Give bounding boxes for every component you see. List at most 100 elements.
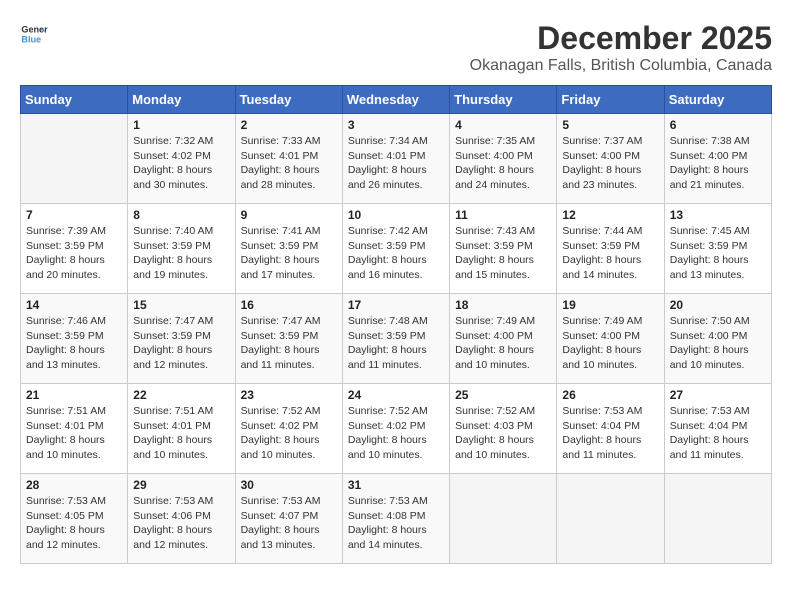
calendar-cell: 23 Sunrise: 7:52 AMSunset: 4:02 PMDayligh… xyxy=(235,384,342,474)
calendar-week-row: 7Sunrise: 7:39 AMSunset: 3:59 PMDaylight… xyxy=(21,204,772,294)
day-number: 29 xyxy=(133,478,229,492)
calendar-cell: 9 Sunrise: 7:41 AMSunset: 3:59 PMDaylight… xyxy=(235,204,342,294)
day-detail: Sunrise: 7:52 AMSunset: 4:03 PMDaylight:… xyxy=(455,404,551,463)
day-detail: Sunrise: 7:38 AMSunset: 4:00 PMDaylight:… xyxy=(670,134,766,193)
calendar-cell: 26Sunrise: 7:53 AMSunset: 4:04 PMDayligh… xyxy=(557,384,664,474)
calendar-cell: 6 Sunrise: 7:38 AMSunset: 4:00 PMDaylight… xyxy=(664,114,771,204)
svg-text:General: General xyxy=(21,25,48,35)
day-number: 30 xyxy=(241,478,337,492)
day-detail: Sunrise: 7:52 AMSunset: 4:02 PMDaylight:… xyxy=(348,404,444,463)
page-header: General Blue December 2025 Okanagan Fall… xyxy=(20,20,772,75)
day-detail: Sunrise: 7:46 AMSunset: 3:59 PMDaylight:… xyxy=(26,314,122,373)
day-detail: Sunrise: 7:48 AMSunset: 3:59 PMDaylight:… xyxy=(348,314,444,373)
day-detail: Sunrise: 7:53 AMSunset: 4:08 PMDaylight:… xyxy=(348,494,444,553)
calendar-cell: 10 Sunrise: 7:42 AMSunset: 3:59 PMDayligh… xyxy=(342,204,449,294)
calendar-cell: 29Sunrise: 7:53 AMSunset: 4:06 PMDayligh… xyxy=(128,474,235,564)
weekday-header-saturday: Saturday xyxy=(664,86,771,114)
day-number: 21 xyxy=(26,388,122,402)
day-number: 1 xyxy=(133,118,229,132)
svg-text:Blue: Blue xyxy=(21,34,41,44)
calendar-cell: 30Sunrise: 7:53 AMSunset: 4:07 PMDayligh… xyxy=(235,474,342,564)
day-detail: Sunrise: 7:45 AMSunset: 3:59 PMDaylight:… xyxy=(670,224,766,283)
calendar-cell xyxy=(21,114,128,204)
calendar-cell: 15 Sunrise: 7:47 AMSunset: 3:59 PMDayligh… xyxy=(128,294,235,384)
day-detail: Sunrise: 7:47 AMSunset: 3:59 PMDaylight:… xyxy=(241,314,337,373)
day-detail: Sunrise: 7:51 AMSunset: 4:01 PMDaylight:… xyxy=(26,404,122,463)
calendar-cell xyxy=(557,474,664,564)
weekday-header-friday: Friday xyxy=(557,86,664,114)
day-number: 3 xyxy=(348,118,444,132)
day-number: 12 xyxy=(562,208,658,222)
calendar-cell: 2 Sunrise: 7:33 AMSunset: 4:01 PMDaylight… xyxy=(235,114,342,204)
day-detail: Sunrise: 7:41 AMSunset: 3:59 PMDaylight:… xyxy=(241,224,337,283)
calendar-cell: 19 Sunrise: 7:49 AMSunset: 4:00 PMDayligh… xyxy=(557,294,664,384)
day-number: 16 xyxy=(241,298,337,312)
calendar-cell: 8 Sunrise: 7:40 AMSunset: 3:59 PMDaylight… xyxy=(128,204,235,294)
calendar-cell: 1 Sunrise: 7:32 AMSunset: 4:02 PMDaylight… xyxy=(128,114,235,204)
day-number: 26 xyxy=(562,388,658,402)
calendar-cell: 18Sunrise: 7:49 AMSunset: 4:00 PMDayligh… xyxy=(450,294,557,384)
title-block: December 2025 Okanagan Falls, British Co… xyxy=(470,20,772,75)
logo: General Blue xyxy=(20,20,48,48)
day-detail: Sunrise: 7:52 AMSunset: 4:02 PMDaylight:… xyxy=(241,404,337,463)
day-detail: Sunrise: 7:32 AMSunset: 4:02 PMDaylight:… xyxy=(133,134,229,193)
day-number: 28 xyxy=(26,478,122,492)
calendar-table: SundayMondayTuesdayWednesdayThursdayFrid… xyxy=(20,85,772,564)
day-number: 24 xyxy=(348,388,444,402)
day-number: 14 xyxy=(26,298,122,312)
calendar-cell xyxy=(450,474,557,564)
day-number: 2 xyxy=(241,118,337,132)
calendar-cell: 21 Sunrise: 7:51 AMSunset: 4:01 PMDayligh… xyxy=(21,384,128,474)
day-detail: Sunrise: 7:49 AMSunset: 4:00 PMDaylight:… xyxy=(455,314,551,373)
day-detail: Sunrise: 7:47 AMSunset: 3:59 PMDaylight:… xyxy=(133,314,229,373)
calendar-cell: 31 Sunrise: 7:53 AMSunset: 4:08 PMDayligh… xyxy=(342,474,449,564)
day-number: 5 xyxy=(562,118,658,132)
calendar-cell: 27 Sunrise: 7:53 AMSunset: 4:04 PMDayligh… xyxy=(664,384,771,474)
calendar-week-row: 14 Sunrise: 7:46 AMSunset: 3:59 PMDayligh… xyxy=(21,294,772,384)
weekday-header-thursday: Thursday xyxy=(450,86,557,114)
calendar-week-row: 1 Sunrise: 7:32 AMSunset: 4:02 PMDaylight… xyxy=(21,114,772,204)
day-detail: Sunrise: 7:42 AMSunset: 3:59 PMDaylight:… xyxy=(348,224,444,283)
day-number: 22 xyxy=(133,388,229,402)
calendar-cell: 3 Sunrise: 7:34 AMSunset: 4:01 PMDaylight… xyxy=(342,114,449,204)
calendar-cell: 13 Sunrise: 7:45 AMSunset: 3:59 PMDayligh… xyxy=(664,204,771,294)
weekday-header-wednesday: Wednesday xyxy=(342,86,449,114)
calendar-cell: 17 Sunrise: 7:48 AMSunset: 3:59 PMDayligh… xyxy=(342,294,449,384)
calendar-week-row: 21 Sunrise: 7:51 AMSunset: 4:01 PMDayligh… xyxy=(21,384,772,474)
calendar-cell: 11Sunrise: 7:43 AMSunset: 3:59 PMDayligh… xyxy=(450,204,557,294)
day-number: 9 xyxy=(241,208,337,222)
day-number: 31 xyxy=(348,478,444,492)
day-number: 4 xyxy=(455,118,551,132)
day-detail: Sunrise: 7:49 AMSunset: 4:00 PMDaylight:… xyxy=(562,314,658,373)
weekday-header-row: SundayMondayTuesdayWednesdayThursdayFrid… xyxy=(21,86,772,114)
weekday-header-sunday: Sunday xyxy=(21,86,128,114)
day-number: 13 xyxy=(670,208,766,222)
day-detail: Sunrise: 7:44 AMSunset: 3:59 PMDaylight:… xyxy=(562,224,658,283)
day-number: 8 xyxy=(133,208,229,222)
day-detail: Sunrise: 7:33 AMSunset: 4:01 PMDaylight:… xyxy=(241,134,337,193)
day-number: 17 xyxy=(348,298,444,312)
day-detail: Sunrise: 7:37 AMSunset: 4:00 PMDaylight:… xyxy=(562,134,658,193)
day-number: 19 xyxy=(562,298,658,312)
day-number: 6 xyxy=(670,118,766,132)
calendar-cell: 24 Sunrise: 7:52 AMSunset: 4:02 PMDayligh… xyxy=(342,384,449,474)
calendar-cell xyxy=(664,474,771,564)
page-subtitle: Okanagan Falls, British Columbia, Canada xyxy=(470,57,772,75)
day-detail: Sunrise: 7:53 AMSunset: 4:05 PMDaylight:… xyxy=(26,494,122,553)
day-number: 27 xyxy=(670,388,766,402)
day-number: 10 xyxy=(348,208,444,222)
calendar-cell: 16 Sunrise: 7:47 AMSunset: 3:59 PMDayligh… xyxy=(235,294,342,384)
day-number: 20 xyxy=(670,298,766,312)
day-detail: Sunrise: 7:35 AMSunset: 4:00 PMDaylight:… xyxy=(455,134,551,193)
day-detail: Sunrise: 7:34 AMSunset: 4:01 PMDaylight:… xyxy=(348,134,444,193)
day-detail: Sunrise: 7:40 AMSunset: 3:59 PMDaylight:… xyxy=(133,224,229,283)
page-title: December 2025 xyxy=(470,20,772,57)
day-detail: Sunrise: 7:43 AMSunset: 3:59 PMDaylight:… xyxy=(455,224,551,283)
calendar-cell: 14 Sunrise: 7:46 AMSunset: 3:59 PMDayligh… xyxy=(21,294,128,384)
logo-icon: General Blue xyxy=(20,20,48,48)
day-detail: Sunrise: 7:39 AMSunset: 3:59 PMDaylight:… xyxy=(26,224,122,283)
day-number: 15 xyxy=(133,298,229,312)
day-number: 23 xyxy=(241,388,337,402)
weekday-header-monday: Monday xyxy=(128,86,235,114)
day-detail: Sunrise: 7:53 AMSunset: 4:04 PMDaylight:… xyxy=(670,404,766,463)
